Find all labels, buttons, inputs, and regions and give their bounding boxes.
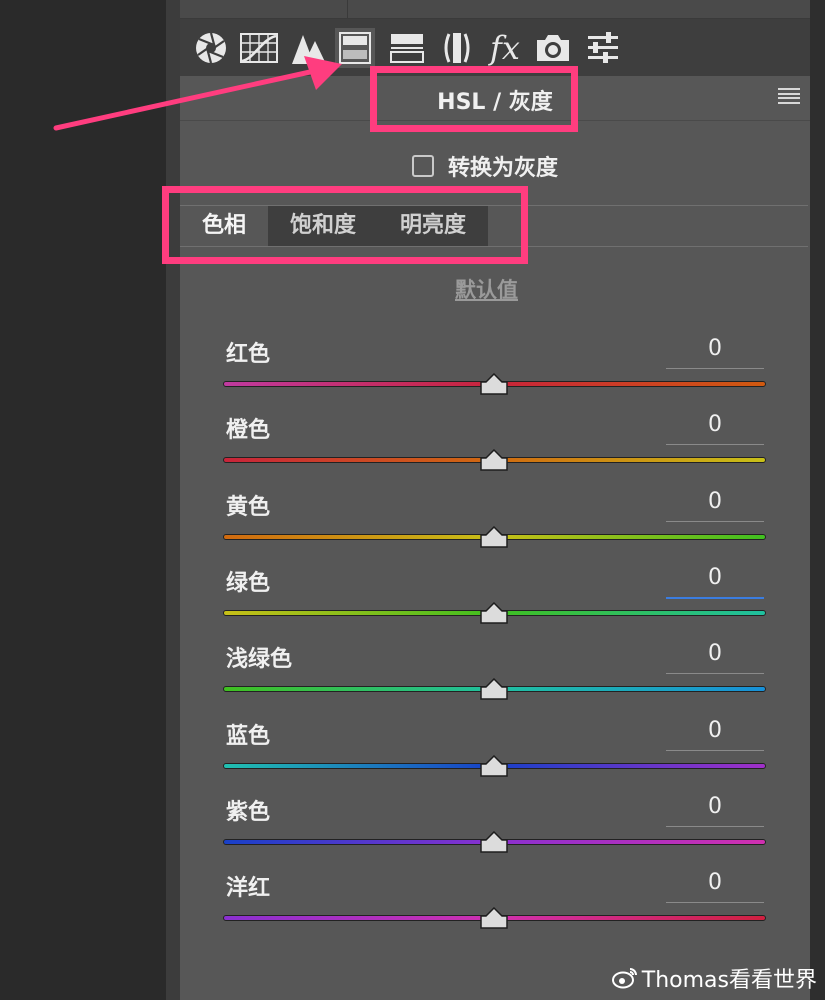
slider-label: 紫色 bbox=[226, 799, 271, 825]
value-underline bbox=[666, 520, 764, 522]
slider-thumb[interactable] bbox=[480, 449, 508, 472]
value-underline bbox=[666, 596, 764, 599]
slider-thumb[interactable] bbox=[480, 525, 508, 548]
slider-value-field[interactable]: 0 bbox=[666, 565, 764, 590]
slider-label: 浅绿色 bbox=[226, 647, 293, 673]
slider-value-field[interactable]: 0 bbox=[666, 489, 764, 514]
value-underline bbox=[666, 902, 764, 904]
slider-thumb[interactable] bbox=[480, 754, 508, 777]
slider-value-field[interactable]: 0 bbox=[666, 412, 764, 437]
pointer-arrow bbox=[53, 56, 342, 131]
slider-row: 红色 0 bbox=[180, 336, 810, 412]
value-underline bbox=[666, 444, 764, 446]
slider-value-field[interactable]: 0 bbox=[666, 718, 764, 743]
slider-thumb[interactable] bbox=[480, 373, 508, 395]
slider-value-field[interactable]: 0 bbox=[666, 870, 764, 895]
slider-row: 橙色 0 bbox=[180, 412, 810, 488]
slider-row: 洋红 0 bbox=[180, 870, 810, 946]
slider-label: 绿色 bbox=[226, 570, 271, 596]
watermark-text: Thomas看看世界 bbox=[641, 968, 817, 993]
slider-value-field[interactable]: 0 bbox=[666, 336, 764, 361]
slider-row: 浅绿色 0 bbox=[180, 641, 810, 717]
weibo-icon bbox=[611, 968, 637, 989]
value-underline bbox=[666, 825, 764, 827]
default-link[interactable]: 默认值 bbox=[455, 274, 518, 304]
slider-label: 红色 bbox=[226, 342, 271, 367]
slider-value-field[interactable]: 0 bbox=[666, 641, 764, 666]
slider-thumb[interactable] bbox=[480, 830, 508, 853]
value-underline bbox=[666, 749, 764, 751]
slider-label: 橙色 bbox=[226, 418, 271, 444]
slider-row: 紫色 0 bbox=[180, 794, 810, 870]
value-underline bbox=[666, 673, 764, 675]
slider-value-field[interactable]: 0 bbox=[666, 794, 764, 819]
slider-label: 黄色 bbox=[226, 494, 271, 520]
slider-row: 绿色 0 bbox=[180, 565, 810, 641]
slider-thumb[interactable] bbox=[480, 907, 508, 929]
slider-label: 洋红 bbox=[226, 876, 271, 902]
slider-row: 黄色 0 bbox=[180, 489, 810, 565]
slider-thumb[interactable] bbox=[480, 601, 508, 624]
slider-thumb[interactable] bbox=[480, 678, 508, 700]
watermark: Thomas看看世界 bbox=[611, 962, 817, 994]
slider-label: 蓝色 bbox=[226, 723, 271, 749]
value-underline bbox=[666, 368, 764, 369]
slider-row: 蓝色 0 bbox=[180, 718, 810, 794]
